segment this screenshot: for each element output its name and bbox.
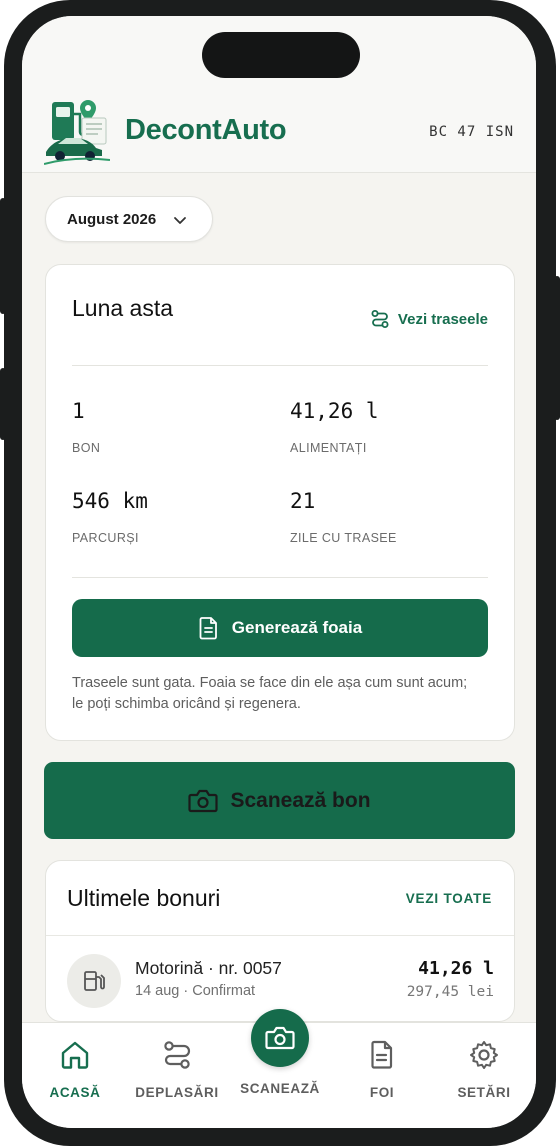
side-button-left-top	[0, 198, 6, 314]
document-icon	[371, 1040, 393, 1069]
tab-settings[interactable]: SETĂRI	[434, 1039, 534, 1100]
see-all-link[interactable]: VEZI TOATE	[406, 891, 492, 906]
dynamic-island	[202, 32, 360, 78]
recent-receipts-card: Ultimele bonuri VEZI TOATE Motorină · nr…	[45, 860, 515, 1022]
tab-settings-label: SETĂRI	[457, 1085, 511, 1100]
tab-home-label: ACASĂ	[49, 1085, 101, 1100]
tab-scan-label[interactable]: SCANEAZĂ	[230, 1081, 330, 1096]
month-summary-card: Luna asta Vezi traseele 1 BON 41,26 l AL…	[45, 264, 515, 741]
stat-fuel-value: 41,26 l	[290, 399, 379, 423]
side-button-left-bottom	[0, 368, 6, 440]
fuel-pump-icon	[84, 971, 105, 991]
route-icon	[164, 1041, 191, 1069]
stat-days-label: ZILE CU TRASEE	[290, 531, 397, 545]
receipt-name: Motorină · nr. 0057	[135, 958, 282, 978]
generate-sheet-label: Generează foaia	[231, 618, 363, 637]
chevron-down-icon	[174, 217, 186, 224]
app-logo-icon	[44, 100, 110, 165]
stat-distance-label: PARCURȘI	[72, 531, 139, 545]
camera-icon	[188, 789, 219, 812]
app-title: DecontAuto	[125, 114, 287, 146]
stat-receipts-label: BON	[72, 441, 101, 455]
camera-icon	[265, 1026, 295, 1050]
tab-sheets[interactable]: FOI	[332, 1039, 432, 1100]
month-card-title: Luna asta	[72, 295, 174, 321]
month-selector-value: August 2026	[67, 210, 157, 228]
home-icon	[61, 1041, 89, 1069]
tab-trips-label: DEPLASĂRI	[135, 1085, 219, 1100]
receipt-price: 297,45 lei	[406, 984, 494, 1000]
month-selector[interactable]: August 2026	[45, 196, 213, 242]
card-divider-bottom	[72, 577, 488, 578]
receipt-meta: 14 aug · Confirmat	[135, 983, 256, 999]
view-routes-link[interactable]: Vezi traseele	[370, 309, 488, 329]
recent-receipts-title: Ultimele bonuri	[67, 885, 221, 911]
app-screen: DecontAuto BC 47 ISN August 2026 Luna as…	[22, 16, 536, 1128]
scan-receipt-button[interactable]: Scanează bon	[44, 762, 515, 839]
view-routes-label: Vezi traseele	[397, 310, 488, 328]
stat-receipts-value: 1	[72, 399, 85, 423]
tab-scan-button[interactable]	[251, 1009, 309, 1067]
scan-receipt-label: Scanează bon	[230, 788, 371, 812]
side-button-right	[554, 276, 560, 420]
bottom-tab-bar: ACASĂ DEPLASĂRI SCANEAZĂ FOI SETĂRI	[22, 1009, 536, 1128]
tab-home[interactable]: ACASĂ	[25, 1039, 125, 1100]
card-divider-top	[72, 365, 488, 366]
generate-sheet-button[interactable]: Generează foaia	[72, 599, 488, 657]
tab-sheets-label: FOI	[369, 1085, 395, 1100]
routes-note: Traseele sunt gata. Foaia se face din el…	[72, 675, 468, 712]
license-plate: BC 47 ISN	[429, 124, 514, 140]
tab-trips[interactable]: DEPLASĂRI	[127, 1039, 227, 1100]
receipt-liters: 41,26 l	[418, 958, 494, 979]
stat-fuel-label: ALIMENTAȚI	[290, 441, 367, 455]
document-icon	[199, 617, 217, 640]
stat-days-value: 21	[290, 489, 316, 513]
gear-icon	[470, 1041, 498, 1069]
route-icon	[371, 310, 389, 328]
stat-distance-value: 546 km	[72, 489, 148, 513]
fuel-icon-badge	[67, 954, 121, 1008]
